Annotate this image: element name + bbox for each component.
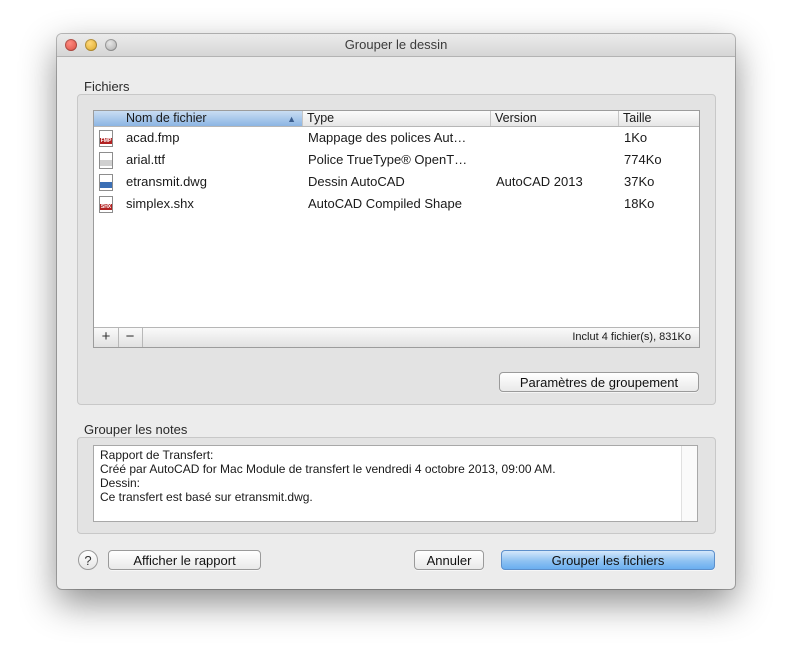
file-version-cell: AutoCAD 2013 (496, 174, 583, 189)
table-row[interactable]: etransmit.dwg Dessin AutoCAD AutoCAD 2013 3… (94, 171, 699, 193)
file-type-cell: Police TrueType® OpenT… (308, 152, 468, 167)
shx-file-icon: SHX (99, 196, 113, 213)
column-header-label: Type (307, 111, 335, 125)
column-header-type[interactable]: Type (303, 111, 491, 126)
file-type-cell: AutoCAD Compiled Shape (308, 196, 462, 211)
table-footer: + − Inclut 4 fichier(s), 831Ko (94, 327, 699, 347)
table-row[interactable]: SHX simplex.shx AutoCAD Compiled Shape 18Ko (94, 193, 699, 215)
column-header-name[interactable]: Nom de fichier ▲ (94, 111, 303, 126)
file-version-cell (496, 127, 616, 149)
show-report-button[interactable]: Afficher le rapport (108, 550, 261, 570)
file-icon-band: SHX (100, 204, 112, 210)
notes-scrollbar[interactable] (681, 446, 697, 521)
dwg-file-icon (99, 174, 113, 191)
file-name-cell: etransmit.dwg (126, 174, 207, 189)
column-header-label: Version (495, 111, 537, 125)
table-row[interactable]: arial.ttf Police TrueType® OpenT… 774Ko (94, 149, 699, 171)
column-header-label: Nom de fichier (126, 111, 207, 125)
file-icon-band (100, 160, 112, 166)
file-size-cell: 774Ko (624, 152, 662, 167)
files-table: Nom de fichier ▲ Type Version Taille FMP… (93, 110, 700, 348)
window-title: Grouper le dessin (344, 37, 448, 52)
column-header-label: Taille (623, 111, 652, 125)
file-size-cell: 37Ko (624, 174, 655, 189)
dialog-window: Grouper le dessin Fichiers Nom de fichie… (57, 34, 735, 589)
cancel-button[interactable]: Annuler (414, 550, 484, 570)
file-icon-band: FMP (100, 138, 112, 144)
help-button[interactable]: ? (78, 550, 98, 570)
notes-line: Rapport de Transfert: (100, 448, 214, 462)
ttf-file-icon (99, 152, 113, 169)
table-header: Nom de fichier ▲ Type Version Taille (94, 111, 699, 127)
file-version-cell (496, 149, 616, 171)
file-size-cell: 1Ko (624, 130, 648, 145)
column-header-size[interactable]: Taille (619, 111, 699, 126)
close-window-icon[interactable] (65, 39, 77, 51)
file-name-cell: simplex.shx (126, 196, 194, 211)
sort-ascending-icon: ▲ (287, 114, 296, 124)
group-settings-button[interactable]: Paramètres de groupement (499, 372, 699, 392)
file-version-cell (496, 193, 616, 215)
minimize-window-icon[interactable] (85, 39, 97, 51)
file-icon-label: FMP (100, 138, 112, 144)
column-header-version[interactable]: Version (491, 111, 619, 126)
group-files-button[interactable]: Grouper les fichiers (501, 550, 715, 570)
file-size-cell: 18Ko (624, 196, 655, 211)
notes-textarea[interactable]: Rapport de Transfert: Créé par AutoCAD f… (93, 445, 698, 522)
file-icon-band (100, 182, 112, 188)
add-file-button[interactable]: + (94, 328, 119, 347)
notes-section-label: Grouper les notes (84, 422, 188, 437)
notes-line: Créé par AutoCAD for Mac Module de trans… (100, 462, 556, 476)
files-section-label: Fichiers (84, 79, 130, 94)
title-bar[interactable]: Grouper le dessin (57, 34, 735, 57)
file-icon-label: SHX (100, 204, 112, 210)
zoom-window-icon[interactable] (105, 39, 117, 51)
file-name-cell: arial.ttf (126, 152, 166, 167)
file-type-cell: Dessin AutoCAD (308, 174, 405, 189)
files-status-text: Inclut 4 fichier(s), 831Ko (572, 331, 691, 343)
file-name-cell: acad.fmp (126, 130, 180, 145)
table-row[interactable]: FMP acad.fmp Mappage des polices Aut… 1Ko (94, 127, 699, 149)
fmp-file-icon: FMP (99, 130, 113, 147)
notes-line: Ce transfert est basé sur etransmit.dwg. (100, 490, 313, 504)
notes-line: Dessin: (100, 476, 141, 490)
remove-file-button[interactable]: − (118, 328, 143, 347)
file-type-cell: Mappage des polices Aut… (308, 130, 467, 145)
